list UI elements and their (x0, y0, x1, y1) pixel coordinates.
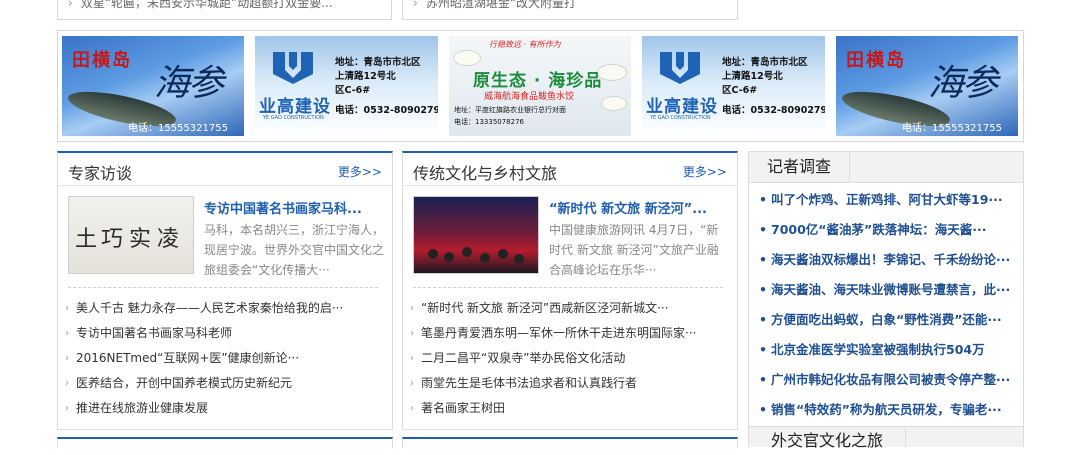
chevron-right-icon: › (65, 353, 69, 364)
ad-company-name: 业高建设 (259, 97, 331, 117)
list-item[interactable]: • 海天酱油、海天味业微博账号遭禁言，此··· (749, 275, 1023, 305)
panel-title: 传统文化与乡村文旅 (413, 164, 558, 183)
panel-expert-interview: 专家访谈 更多>> 凌 实 巧 土 专访中国著名书画家马科... 马科，本名胡兴… (57, 151, 393, 430)
ad-phone: 电话：13335078276 (454, 118, 524, 126)
feature-summary: 马科，本名胡兴三，浙江宁海人，现居宁波。世界外交官中国文化之旅组委会“文化传播大… (204, 223, 384, 277)
panel-tab-title[interactable]: 外交官文化之旅 (749, 427, 907, 450)
list-item[interactable]: • 叫了个炸鸡、正新鸡排、阿甘大虾等19··· (749, 185, 1023, 215)
list-item[interactable]: • 方便面吃出蚂蚁，白象“野性消费”还能··· (749, 305, 1023, 335)
ad-address: 地址：青岛市市北区 上清路12号北 区C-6# (335, 57, 421, 96)
panel-traditional-culture: 传统文化与乡村文旅 更多>> “新时代 新文旅 新泾河”... 中国健康旅游网讯… (402, 151, 738, 430)
ad-slogan: 行稳致远 · 有所作为 (489, 40, 561, 49)
panel-header: 记者调查 (749, 152, 1023, 183)
chevron-right-icon: › (410, 403, 414, 414)
chevron-right-icon: › (410, 353, 414, 364)
ad-title: 原生态 · 海珍品 (473, 71, 603, 91)
list-item[interactable]: • 广州市韩妃化妆品有限公司被责令停产整··· (749, 365, 1023, 395)
list-item[interactable]: › 专访中国著名书画家马科老师 (58, 321, 392, 346)
chevron-right-icon: › (65, 303, 69, 314)
ad-shengtai[interactable]: 行稳致远 · 有所作为 原生态 · 海珍品 威海航海食品鲅鱼水饺 地址：平度红旗… (449, 36, 631, 136)
ad-phone: 电话：15555321755 (902, 123, 1002, 134)
list-item[interactable]: • 海天酱油双标爆出！李锦记、千禾纷纷论··· (749, 245, 1023, 275)
list-item[interactable]: › 2016NETmed“互联网+医”健康创新论··· (58, 346, 392, 371)
ad-address: 地址：青岛市市北区 上清路12号北 区C-6# (722, 57, 808, 96)
ad-title: 海参 (928, 63, 998, 104)
top-news-link-right[interactable]: › 苏州昭渲湖堪金“改大附量打 (413, 0, 576, 11)
calligraphy-image: 凌 实 巧 土 (69, 197, 193, 273)
list-item[interactable]: • 销售“特效药”称为航天员研发，专骗老··· (749, 395, 1023, 425)
panel-reporter-investigation: 记者调查 • 叫了个炸鸡、正新鸡排、阿甘大虾等19··· • 7000亿“酱油茅”跌… (748, 151, 1024, 429)
feature-summary: 中国健康旅游网讯 4月7日，“新时代 新文旅 新泾河”文旅产业融合高峰论坛在乐华… (549, 223, 719, 277)
panel-diplomat-culture: 外交官文化之旅 (748, 426, 1024, 450)
dumpling-image (601, 96, 627, 111)
ad-brand-logo: 田横岛 (72, 50, 132, 71)
ad-phone: 电话：0532-80902797 (335, 105, 438, 116)
list-item[interactable]: • 7000亿“酱油茅”跌落神坛：海天酱··· (749, 215, 1023, 245)
more-link[interactable]: 更多>> (338, 163, 382, 180)
panel-header: 传统文化与乡村文旅 更多>> (403, 153, 737, 186)
feature-title-link[interactable]: 专访中国著名书画家马科... (204, 198, 384, 217)
list-item[interactable]: › 雨堂先生是毛体书法追求者和认真践行者 (403, 371, 737, 396)
divider (68, 287, 378, 288)
investigation-list: • 叫了个炸鸡、正新鸡排、阿甘大虾等19··· • 7000亿“酱油茅”跌落神坛：海… (749, 185, 1023, 425)
list-item[interactable]: › 推进在线旅游业健康发展 (58, 396, 392, 421)
chevron-right-icon: › (65, 378, 69, 389)
ad-yegao-2[interactable]: 业高建设 YE GAO CONSTRUCTION 地址：青岛市市北区 上清路12… (642, 36, 825, 136)
feature-title-link[interactable]: “新时代 新文旅 新泾河”... (549, 198, 729, 217)
ad-subtitle: 威海航海食品鲅鱼水饺 (484, 92, 575, 102)
ad-company-en: YE GAO CONSTRUCTION (263, 115, 324, 121)
yegao-logo-icon (273, 52, 313, 84)
chevron-right-icon: › (410, 303, 414, 314)
next-panel-right-top (402, 437, 738, 448)
list-item[interactable]: › 二月二昌平“双泉寺”举办民俗文化活动 (403, 346, 737, 371)
list-item[interactable]: • 北京金准医学实验室被强制执行504万 (749, 335, 1023, 365)
feature-thumbnail[interactable]: 凌 实 巧 土 (68, 196, 194, 274)
ad-haishen-2[interactable]: 田横岛 海参 电话：15555321755 (836, 36, 1018, 136)
list-item[interactable]: › 医养结合，开创中国养老模式历史新纪元 (58, 371, 392, 396)
ad-banner-strip: 田横岛 海参 电话：15555321755 业高建设 YE GAO CONSTR… (57, 30, 1024, 142)
ad-brand-logo: 田横岛 (846, 50, 906, 71)
ad-yegao-1[interactable]: 业高建设 YE GAO CONSTRUCTION 地址：青岛市市北区 上清路12… (255, 36, 438, 136)
panel-tab-title[interactable]: 记者调查 (749, 152, 851, 182)
dumpling-image (453, 50, 481, 66)
yegao-logo-icon (660, 52, 700, 84)
list-item[interactable]: › 美人千古 魅力永存——人民艺术家秦怡给我的启··· (58, 296, 392, 321)
list-item[interactable]: › “新时代 新文旅 新泾河”西咸新区泾河新城文··· (403, 296, 737, 321)
top-news-box-left: › 双星“轮匾，未西安示华城距”动超额打双金要... (57, 0, 392, 20)
ad-phone: 电话：0532-80902797 (722, 105, 825, 116)
more-link[interactable]: 更多>> (683, 163, 727, 180)
panel-title: 专家访谈 (68, 164, 133, 183)
top-news-box-right: › 苏州昭渲湖堪金“改大附量打 (402, 0, 738, 20)
next-panel-left-top (57, 437, 393, 448)
panel-header: 专家访谈 更多>> (58, 153, 392, 186)
top-news-link-left[interactable]: › 双星“轮匾，未西安示华城距”动超额打双金要... (68, 0, 333, 11)
list-item[interactable]: › 著名画家王树田 (403, 396, 737, 421)
ad-haishen-1[interactable]: 田横岛 海参 电话：15555321755 (62, 36, 244, 136)
chevron-right-icon: › (410, 378, 414, 389)
feature-thumbnail[interactable] (413, 196, 539, 274)
forum-photo (414, 197, 538, 273)
ad-company-name: 业高建设 (646, 97, 718, 117)
list-item[interactable]: › 笔墨丹青爱洒东明—军休一所休干走进东明国际家··· (403, 321, 737, 346)
chevron-right-icon: › (65, 403, 69, 414)
news-list: › 美人千古 魅力永存——人民艺术家秦怡给我的启··· › 专访中国著名书画家马科老… (58, 296, 392, 421)
ad-phone: 电话：15555321755 (128, 123, 228, 134)
ad-address: 地址：平度红旗路农业银行总行对面 (454, 106, 566, 114)
ad-title: 海参 (154, 63, 224, 104)
ad-company-en: YE GAO CONSTRUCTION (650, 115, 711, 121)
news-list: › “新时代 新文旅 新泾河”西咸新区泾河新城文··· › 笔墨丹青爱洒东明—军休一… (403, 296, 737, 421)
divider (413, 287, 723, 288)
chevron-right-icon: › (65, 328, 69, 339)
chevron-right-icon: › (410, 328, 414, 339)
